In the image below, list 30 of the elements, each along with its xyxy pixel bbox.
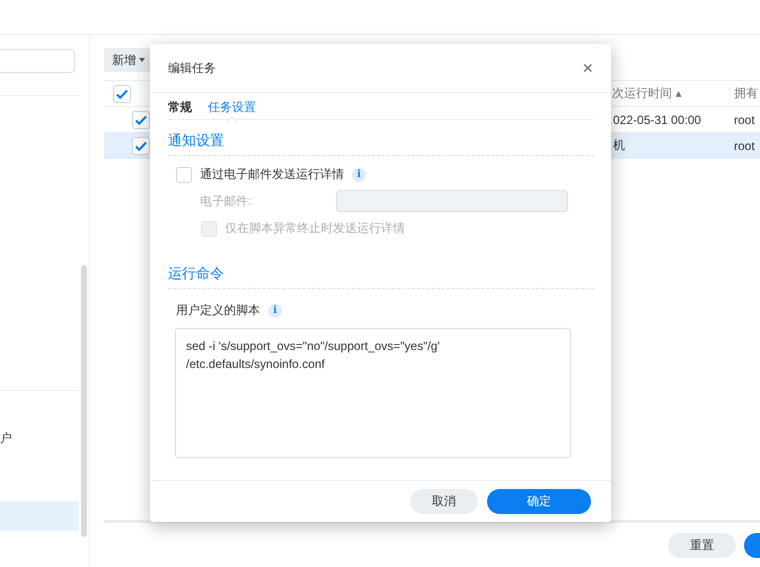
checkbox[interactable] [132, 136, 150, 154]
script-field[interactable]: sed -i 's/support_ovs="no"/support_ovs="yes"/g' /etc.defaults/synoinfo.conf [175, 328, 571, 458]
section-title: 通知设置 [168, 132, 224, 150]
checkbox-label: 仅在脚本异常终止时发送运行详情 [225, 220, 405, 237]
column-header[interactable]: 次运行时间 ▴ [612, 85, 729, 102]
sidebar-item[interactable] [0, 501, 79, 531]
table-cell-text: 机 [613, 137, 626, 154]
tab[interactable]: 任务设置 [208, 96, 256, 116]
field-label: 电子邮件: [200, 192, 252, 210]
checkbox[interactable] [176, 166, 192, 182]
dialog-title: 编辑任务 [168, 60, 216, 76]
field-label: 用户定义的脚本 [176, 302, 260, 319]
cancel-button[interactable]: 取消 [410, 489, 478, 514]
close-button[interactable]: × [582, 58, 593, 78]
reset-button[interactable]: 重置 [668, 532, 736, 558]
checkbox[interactable] [113, 84, 131, 102]
ok-button[interactable]: 确定 [487, 489, 591, 514]
sidebar-item[interactable]: 户 [0, 423, 79, 453]
search-field[interactable] [0, 49, 75, 73]
tab[interactable]: 常规 [168, 96, 192, 116]
info-icon[interactable]: i [352, 168, 366, 182]
checkbox[interactable] [132, 110, 150, 128]
scrollbar[interactable] [81, 265, 87, 537]
info-icon[interactable]: i [268, 304, 282, 318]
column-header[interactable]: 拥有 [729, 85, 760, 102]
section-title: 运行命令 [168, 265, 224, 283]
table-cell-text: root [733, 138, 756, 152]
table-cell-text: 022-05-31 00:00 [613, 112, 702, 126]
checkbox-label: 通过电子邮件发送运行详情 [200, 166, 344, 183]
table-cell-text: root [733, 112, 756, 126]
